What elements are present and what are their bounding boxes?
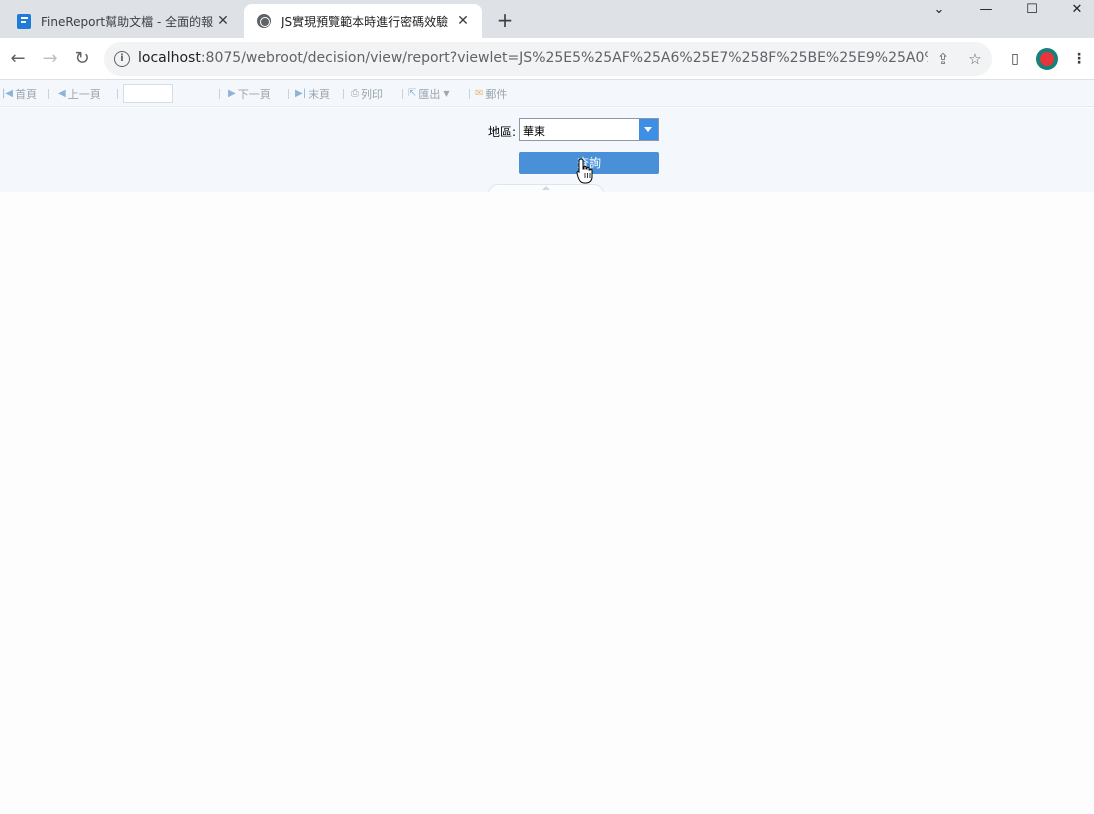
globe-icon: [256, 13, 272, 29]
browser-toolbar: ← → ↻ i localhost:8075/webroot/decision/…: [0, 38, 1094, 80]
tab-close-icon[interactable]: ✕: [454, 12, 472, 30]
tab-title: JS實現預覽範本時進行密碼效驗: [281, 14, 449, 29]
export-icon: ⇱: [408, 88, 417, 99]
next-page-icon: ▶: [228, 88, 236, 99]
email-button[interactable]: ✉ 郵件: [475, 86, 507, 101]
next-page-button[interactable]: ▶ 下一頁: [228, 86, 271, 101]
envelope-icon: ✉: [475, 88, 484, 99]
export-button[interactable]: ⇱ 匯出 ▼: [408, 86, 452, 101]
toolbar-divider: [288, 89, 289, 99]
browser-tab-strip: FineReport幫助文檔 - 全面的報表 ✕ JS實現預覽範本時進行密碼效驗…: [0, 0, 1094, 38]
close-window-button[interactable]: ✕: [1054, 0, 1094, 22]
maximize-button[interactable]: ☐: [1009, 0, 1055, 22]
dropdown-arrow-icon[interactable]: [639, 119, 658, 140]
tab-js-password-check[interactable]: JS實現預覽範本時進行密碼效驗 ✕: [244, 4, 482, 38]
new-tab-button[interactable]: +: [494, 9, 516, 31]
tab-title: FineReport幫助文檔 - 全面的報表: [41, 14, 214, 29]
report-content-area: [0, 192, 1094, 814]
bookmark-star-icon[interactable]: ☆: [966, 50, 984, 68]
share-icon[interactable]: ⇪: [934, 50, 952, 68]
site-info-icon[interactable]: i: [114, 51, 130, 67]
toolbar-divider: [469, 89, 470, 99]
last-page-button[interactable]: ▶| 末頁: [295, 86, 330, 101]
region-combobox[interactable]: 華東: [519, 118, 659, 141]
prev-page-button[interactable]: ◀ 上一頁: [58, 86, 101, 101]
url-text[interactable]: localhost:8075/webroot/decision/view/rep…: [138, 50, 928, 66]
first-page-button[interactable]: |◀ 首頁: [2, 86, 37, 101]
page-number-input[interactable]: [123, 84, 173, 103]
toolbar-divider: [117, 89, 118, 99]
finereport-logo-icon: [16, 13, 32, 29]
toolbar-divider: [402, 89, 403, 99]
menu-kebab-icon[interactable]: ⋮: [1070, 50, 1088, 68]
forward-arrow-icon[interactable]: →: [38, 47, 62, 71]
tab-finereport-docs[interactable]: FineReport幫助文檔 - 全面的報表 ✕: [6, 4, 242, 38]
tab-close-icon[interactable]: ✕: [214, 12, 232, 30]
toolbar-divider: [219, 89, 220, 99]
last-page-icon: ▶|: [295, 88, 307, 99]
first-page-icon: |◀: [2, 88, 14, 99]
toolbar-divider: [48, 89, 49, 99]
caret-down-icon: ▼: [443, 89, 450, 98]
toolbar-divider: [343, 89, 344, 99]
print-button[interactable]: ⎙ 列印: [351, 86, 383, 101]
tab-search-chevron-icon[interactable]: ⌄: [916, 0, 962, 22]
back-arrow-icon[interactable]: ←: [6, 47, 30, 71]
printer-icon: ⎙: [351, 88, 359, 99]
reload-icon[interactable]: ↻: [70, 47, 94, 71]
minimize-button[interactable]: —: [963, 0, 1009, 22]
prev-page-icon: ◀: [58, 88, 66, 99]
region-label: 地區:: [488, 125, 517, 139]
region-value: 華東: [523, 125, 545, 138]
profile-avatar[interactable]: [1036, 48, 1058, 70]
address-bar[interactable]: i localhost:8075/webroot/decision/view/r…: [104, 42, 992, 76]
hand-pointer-cursor-icon: [576, 158, 593, 184]
side-panel-icon[interactable]: ▯: [1006, 50, 1024, 68]
